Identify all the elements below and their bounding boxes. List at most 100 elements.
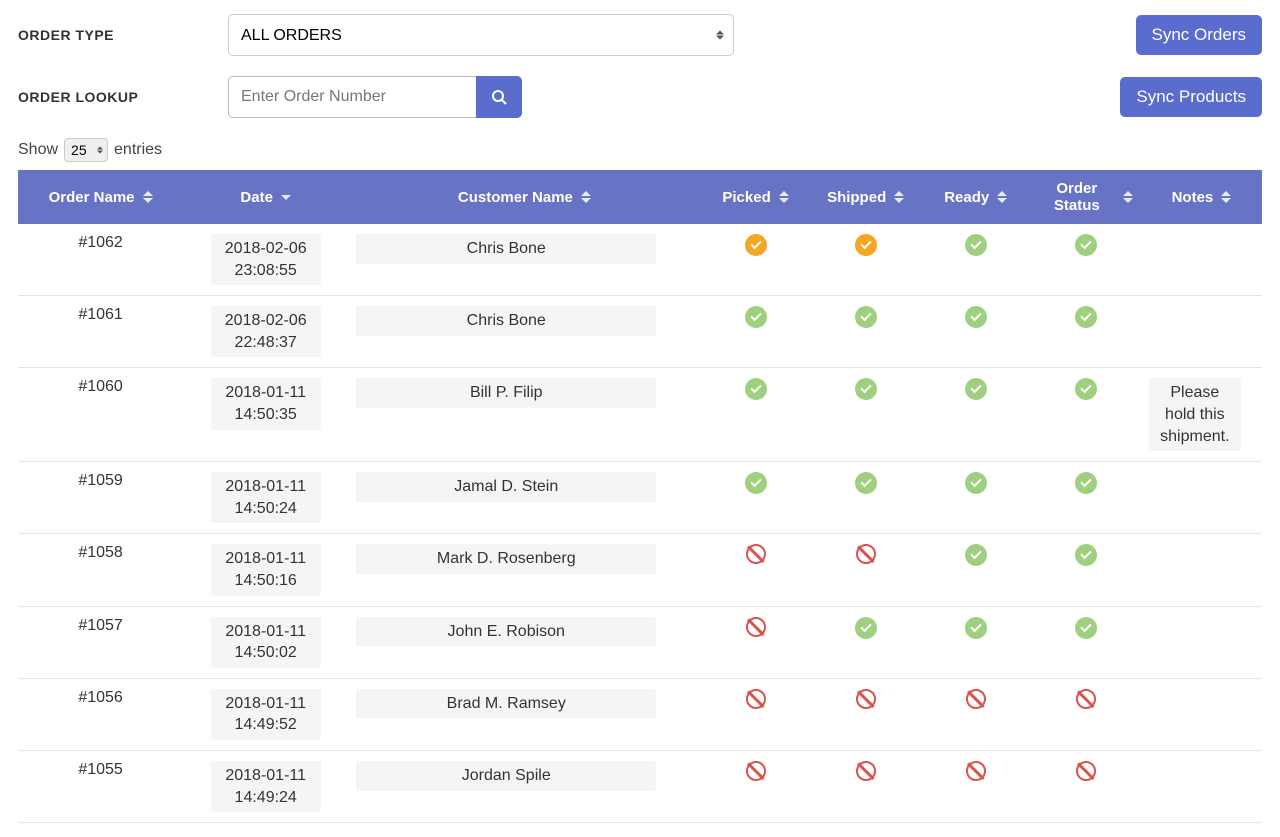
cell-order-name[interactable]: #1056 [18,678,183,750]
sync-products-button[interactable]: Sync Products [1120,77,1262,117]
order-type-select[interactable]: ALL ORDERS [228,14,734,56]
check-orange-icon [855,234,877,256]
prohibited-icon [966,689,986,709]
table-row: #10602018-01-1114:50:35Bill P. FilipPlea… [18,368,1262,462]
table-row: #10592018-01-1114:50:24Jamal D. Stein [18,462,1262,534]
check-green-icon [855,617,877,639]
cell-shipped [811,606,921,678]
cell-customer: Jordan Spile [348,750,700,822]
cell-date: 2018-02-0623:08:55 [183,224,348,296]
prohibited-icon [1076,689,1096,709]
check-green-icon [1075,378,1097,400]
cell-status [1031,750,1141,822]
check-green-icon [745,306,767,328]
check-green-icon [855,472,877,494]
prohibited-icon [746,617,766,637]
table-row: #10572018-01-1114:50:02John E. Robison [18,606,1262,678]
sort-icon [1221,191,1231,203]
prohibited-icon [746,689,766,709]
sort-icon [894,191,904,203]
prohibited-icon [746,761,766,781]
column-header-date[interactable]: Date [183,170,348,224]
cell-customer: Brad M. Ramsey [348,678,700,750]
cell-ready [921,296,1031,368]
cell-date: 2018-01-1114:50:02 [183,606,348,678]
cell-status [1031,368,1141,462]
check-green-icon [965,378,987,400]
cell-status [1031,534,1141,606]
cell-notes [1141,606,1262,678]
show-label: Show [18,141,58,159]
column-label: Shipped [827,189,886,206]
table-row: #10612018-02-0622:48:37Chris Bone [18,296,1262,368]
cell-shipped [811,534,921,606]
cell-customer: Chris Bone [348,296,700,368]
check-green-icon [1075,306,1097,328]
cell-notes [1141,534,1262,606]
column-header-ready[interactable]: Ready [921,170,1031,224]
check-orange-icon [745,234,767,256]
cell-shipped [811,462,921,534]
check-green-icon [965,544,987,566]
cell-order-name[interactable]: #1058 [18,534,183,606]
check-green-icon [965,306,987,328]
cell-order-name[interactable]: #1059 [18,462,183,534]
sort-icon [281,195,291,200]
cell-shipped [811,678,921,750]
cell-shipped [811,224,921,296]
prohibited-icon [1076,761,1096,781]
table-header-row: Order Name Date Customer NamePicked Shipped… [18,170,1262,224]
column-label: Date [240,189,273,206]
cell-status [1031,678,1141,750]
cell-customer: John E. Robison [348,606,700,678]
column-label: Order Status [1039,180,1115,214]
check-green-icon [855,306,877,328]
prohibited-icon [856,544,876,564]
cell-ready [921,368,1031,462]
cell-picked [701,462,811,534]
column-header-shipped[interactable]: Shipped [811,170,921,224]
column-header-notes[interactable]: Notes [1141,170,1262,224]
cell-picked [701,750,811,822]
cell-order-name[interactable]: #1062 [18,224,183,296]
cell-picked [701,534,811,606]
cell-ready [921,462,1031,534]
sort-icon [581,191,591,203]
column-header-picked[interactable]: Picked [701,170,811,224]
column-header-status[interactable]: Order Status [1031,170,1141,224]
cell-customer: Chris Bone [348,224,700,296]
cell-date: 2018-01-1114:50:24 [183,462,348,534]
table-row: #10562018-01-1114:49:52Brad M. Ramsey [18,678,1262,750]
column-header-orderName[interactable]: Order Name [18,170,183,224]
check-green-icon [965,617,987,639]
cell-ready [921,606,1031,678]
order-lookup-group [228,76,522,118]
entries-select[interactable]: 25 [64,138,108,162]
check-green-icon [745,378,767,400]
cell-customer: Jamal D. Stein [348,462,700,534]
order-lookup-input[interactable] [228,76,476,118]
search-button[interactable] [476,76,522,118]
cell-picked [701,606,811,678]
cell-ready [921,678,1031,750]
cell-customer: Mark D. Rosenberg [348,534,700,606]
cell-customer: Bill P. Filip [348,368,700,462]
cell-picked [701,678,811,750]
cell-order-name[interactable]: #1061 [18,296,183,368]
sort-icon [997,191,1007,203]
table-row: #10582018-01-1114:50:16Mark D. Rosenberg [18,534,1262,606]
cell-order-name[interactable]: #1057 [18,606,183,678]
cell-picked [701,368,811,462]
cell-date: 2018-01-1114:49:52 [183,678,348,750]
cell-shipped [811,750,921,822]
cell-ready [921,534,1031,606]
cell-date: 2018-02-0622:48:37 [183,296,348,368]
cell-order-name[interactable]: #1055 [18,750,183,822]
entries-label: entries [114,141,162,159]
cell-notes [1141,296,1262,368]
sync-orders-button[interactable]: Sync Orders [1136,15,1262,55]
cell-order-name[interactable]: #1060 [18,368,183,462]
check-green-icon [1075,617,1097,639]
sort-icon [1123,191,1133,203]
column-header-customer[interactable]: Customer Name [348,170,700,224]
